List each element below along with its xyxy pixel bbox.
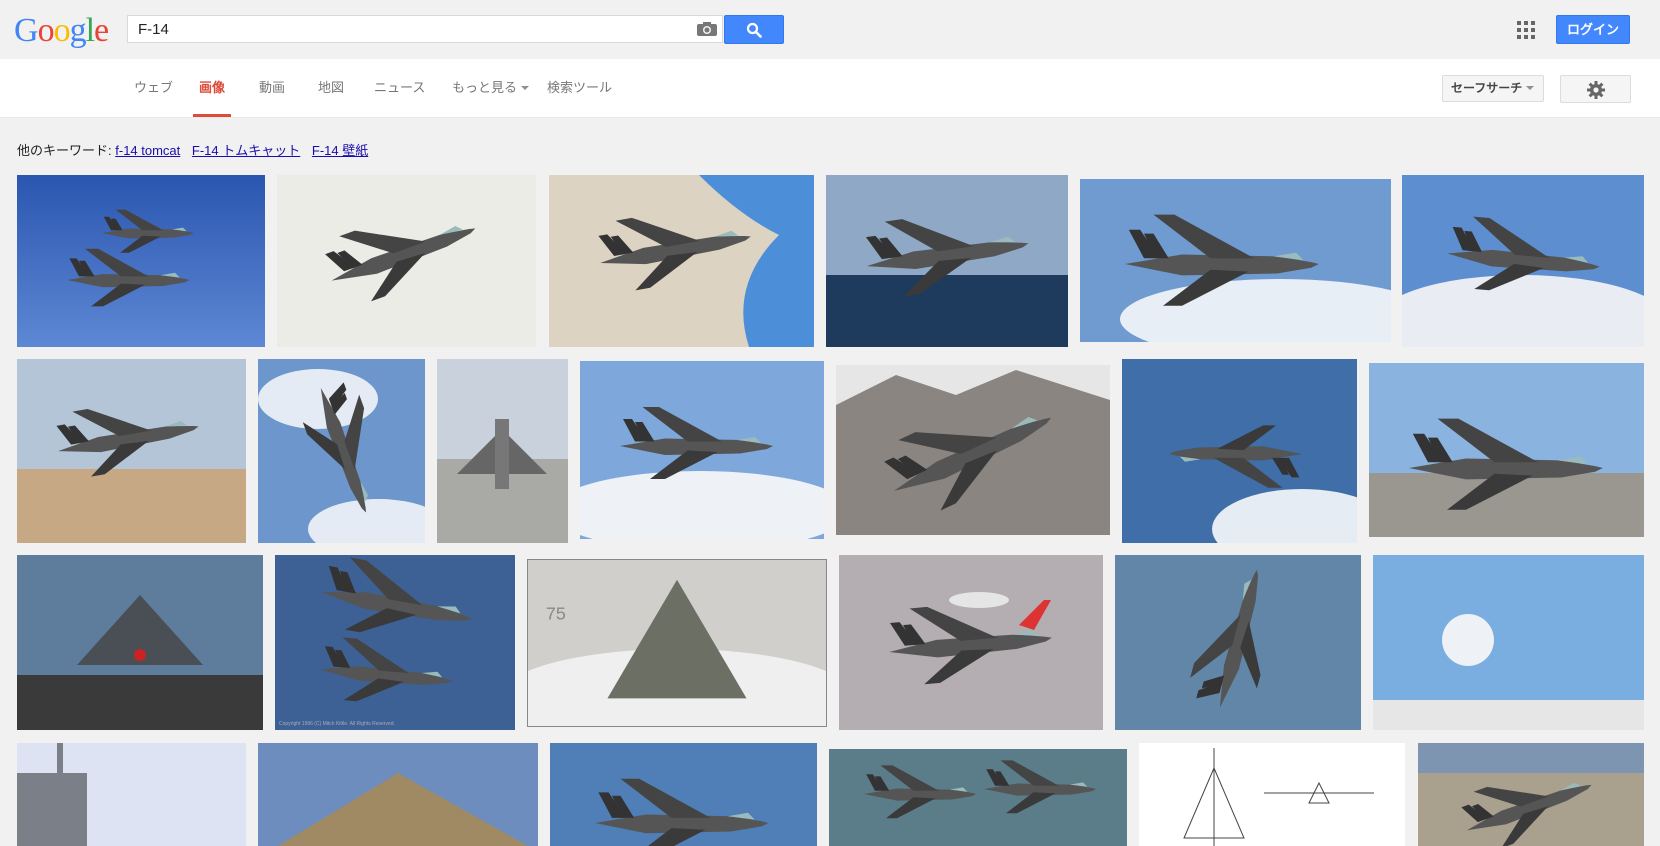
image-result-21[interactable]: [258, 743, 538, 846]
tab-search-tools[interactable]: 検索ツール: [547, 59, 612, 117]
camera-icon[interactable]: [696, 21, 718, 37]
safesearch-dropdown[interactable]: セーフサーチ: [1442, 75, 1544, 102]
search-input[interactable]: [138, 16, 678, 42]
image-result-16[interactable]: 75: [527, 559, 827, 727]
settings-button[interactable]: [1560, 75, 1631, 103]
watermark-text: 75: [546, 603, 566, 623]
image-result-4[interactable]: [826, 175, 1068, 347]
search-icon: [746, 22, 762, 38]
image-result-12[interactable]: [1122, 359, 1357, 543]
tab-images-label: 画像: [199, 80, 226, 95]
active-tab-indicator: [193, 114, 232, 117]
google-logo[interactable]: Google: [14, 12, 109, 50]
tab-news[interactable]: ニュース: [374, 59, 425, 117]
gear-icon: [1587, 81, 1605, 99]
image-result-3[interactable]: [549, 175, 814, 347]
search-box[interactable]: [127, 15, 723, 43]
image-result-23[interactable]: [829, 749, 1127, 846]
login-button[interactable]: ログイン: [1556, 15, 1630, 44]
nav-bar: ウェブ 画像 動画 地図 ニュース もっと見る 検索ツール: [0, 59, 1660, 118]
image-result-9[interactable]: [437, 359, 568, 543]
image-result-1[interactable]: [17, 175, 265, 347]
image-result-7[interactable]: [17, 359, 246, 543]
image-result-17[interactable]: [839, 555, 1103, 730]
image-result-8[interactable]: [258, 359, 425, 543]
tab-web[interactable]: ウェブ: [134, 59, 173, 117]
image-result-15[interactable]: Copyright 1996 (C) Mitch Kittle. All Rig…: [275, 555, 515, 730]
safesearch-label: セーフサーチ: [1451, 81, 1523, 95]
tab-more-label: もっと見る: [452, 80, 518, 95]
image-result-24[interactable]: [1139, 743, 1405, 846]
copyright-text: Copyright 1996 (C) Mitch Kittle. All Rig…: [279, 721, 395, 727]
image-result-11[interactable]: [836, 365, 1110, 535]
related-keywords: 他のキーワード: f-14 tomcat F-14 トムキャット F-14 壁紙: [17, 140, 376, 159]
top-bar: Google ログイン: [0, 0, 1660, 59]
image-result-13[interactable]: [1369, 363, 1644, 537]
image-result-2[interactable]: [277, 175, 536, 347]
image-result-10[interactable]: [580, 361, 824, 539]
tab-more[interactable]: もっと見る: [452, 59, 530, 117]
related-link[interactable]: F-14 壁紙: [312, 143, 368, 158]
related-link[interactable]: f-14 tomcat: [115, 143, 180, 158]
related-prefix: 他のキーワード:: [17, 143, 112, 158]
search-button[interactable]: [724, 15, 784, 44]
image-result-20[interactable]: [17, 743, 246, 846]
image-result-18[interactable]: [1115, 555, 1361, 730]
apps-grid-icon[interactable]: [1517, 21, 1535, 39]
tab-images[interactable]: 画像: [193, 59, 232, 117]
image-result-22[interactable]: [550, 743, 817, 846]
image-result-14[interactable]: [17, 555, 263, 730]
chevron-down-icon: [521, 86, 530, 90]
tab-videos[interactable]: 動画: [259, 59, 285, 117]
tab-maps[interactable]: 地図: [318, 59, 344, 117]
image-result-6[interactable]: [1402, 175, 1644, 347]
image-result-5[interactable]: [1080, 179, 1391, 342]
image-result-25[interactable]: [1418, 743, 1644, 846]
chevron-down-icon: [1526, 86, 1535, 90]
image-result-19[interactable]: [1373, 555, 1644, 730]
related-link[interactable]: F-14 トムキャット: [192, 143, 300, 158]
